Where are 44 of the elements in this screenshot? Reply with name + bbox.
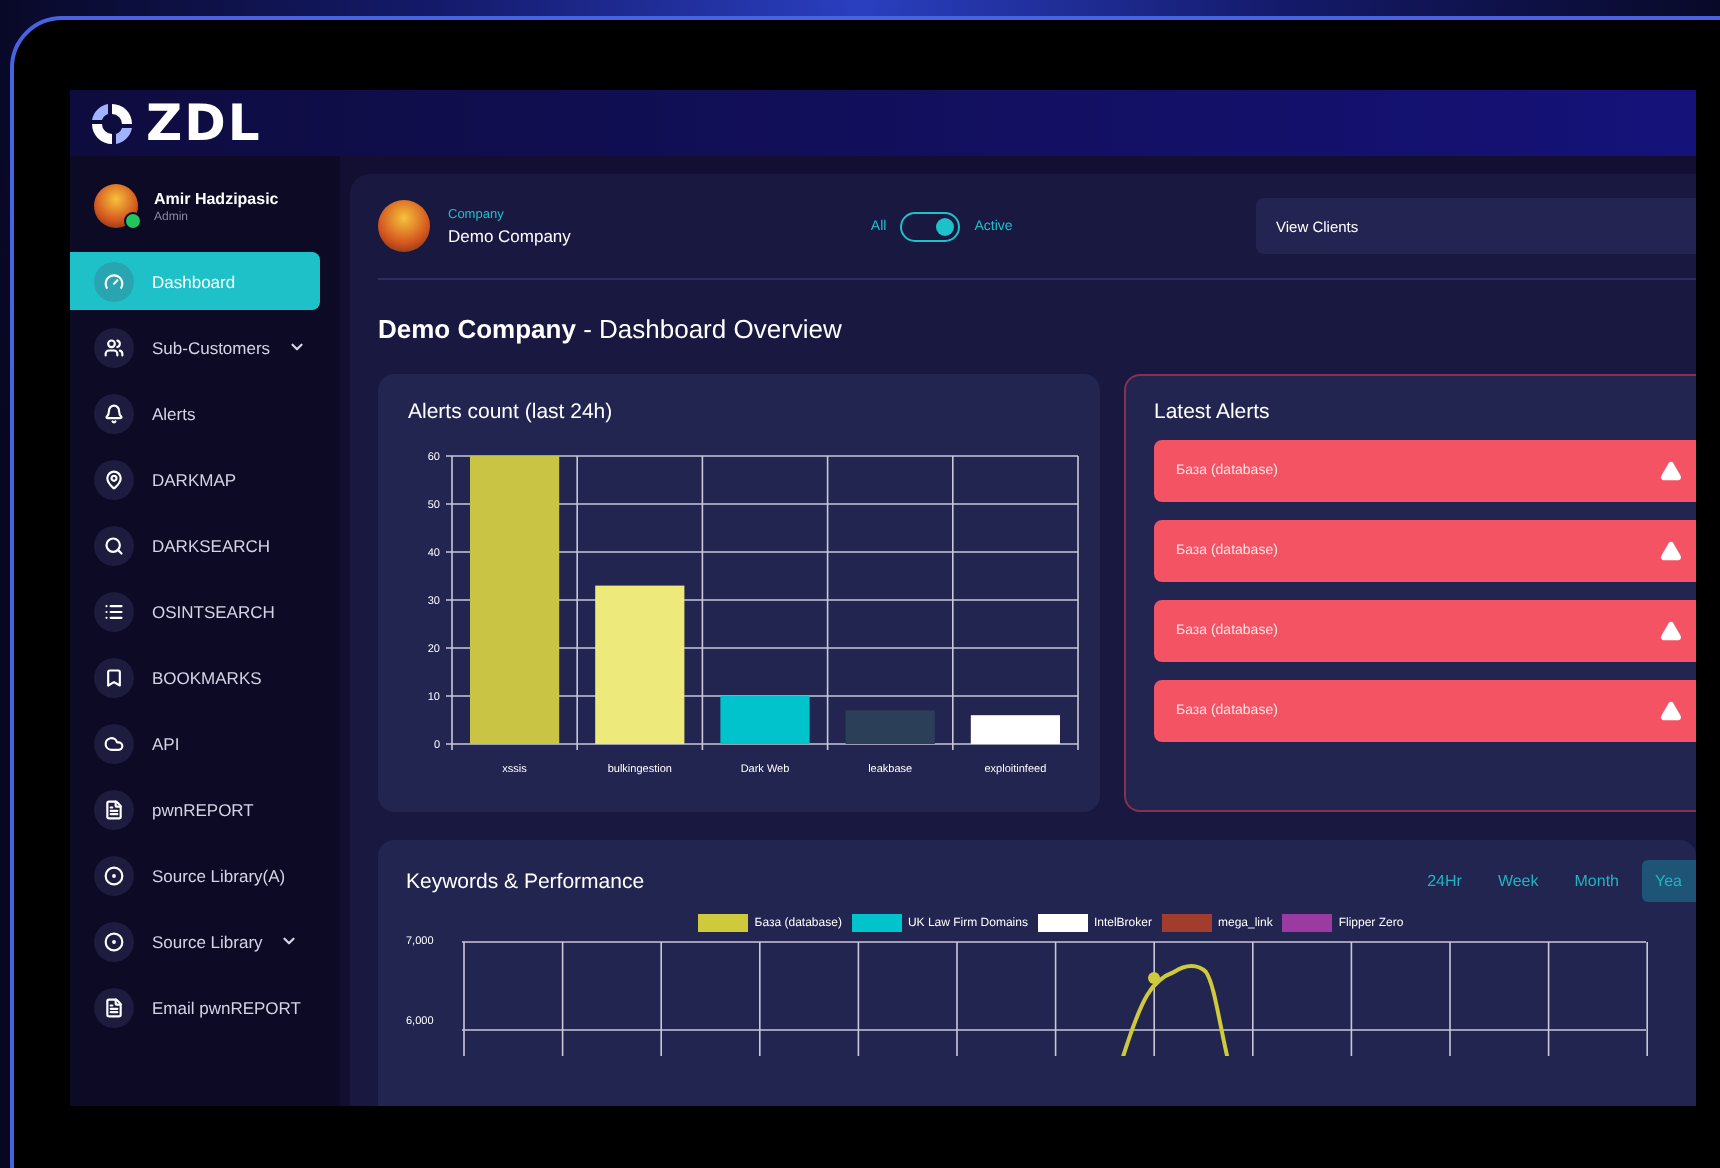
user-name: Amir Hadzipasic [154, 189, 279, 207]
bell-icon [94, 393, 134, 433]
toggle-switch[interactable] [900, 211, 961, 241]
sidebar-item[interactable]: Sub-Customers [70, 318, 320, 376]
logo-text: ZDL [146, 94, 262, 152]
bar [720, 696, 810, 744]
sidebar-item[interactable]: Source Library [70, 912, 320, 970]
cloud-icon [94, 723, 134, 763]
sidebar-item[interactable]: BOOKMARKS [70, 648, 320, 706]
pin-icon [94, 459, 134, 499]
card-title: Latest Alerts [1154, 400, 1272, 424]
sidebar-item[interactable]: OSINTSEARCH [70, 582, 320, 640]
sidebar-item[interactable]: pwnREPORT [70, 780, 320, 838]
search-icon [94, 525, 134, 565]
sidebar-item[interactable]: API [70, 714, 320, 772]
document-icon [94, 789, 134, 829]
document-icon [94, 987, 134, 1027]
sidebar-item[interactable]: DARKSEARCH [70, 516, 320, 574]
ring-icon [94, 855, 134, 895]
bar [970, 715, 1060, 744]
sidebar-item[interactable]: Alerts [70, 384, 320, 442]
ring-icon [94, 921, 134, 961]
swirl-logo-icon [86, 99, 138, 147]
company-name: Demo Company [448, 225, 571, 245]
bookmark-icon [94, 657, 134, 697]
sidebar-item[interactable]: Source Library(A) [70, 846, 320, 904]
sidebar-item[interactable]: DARKMAP [70, 450, 320, 508]
warning-icon [1660, 540, 1682, 562]
company-logo [378, 200, 430, 252]
card-title: Keywords & Performance [406, 869, 645, 893]
range-tab[interactable]: Month [1560, 860, 1633, 902]
page-title: Demo Company - Dashboard Overview [378, 312, 844, 348]
users-icon [94, 327, 134, 367]
bar [845, 710, 935, 744]
warning-icon [1660, 700, 1682, 722]
range-tab[interactable]: 24Hr [1413, 860, 1476, 902]
card-title: Alerts count (last 24h) [408, 400, 615, 424]
warning-icon [1660, 460, 1682, 482]
avatar [94, 184, 138, 228]
sidebar-item[interactable]: Email pwnREPORT [70, 978, 320, 1036]
list-icon [94, 591, 134, 631]
gauge-icon [94, 261, 134, 301]
range-tab[interactable]: Week [1483, 860, 1553, 902]
warning-icon [1660, 620, 1682, 642]
